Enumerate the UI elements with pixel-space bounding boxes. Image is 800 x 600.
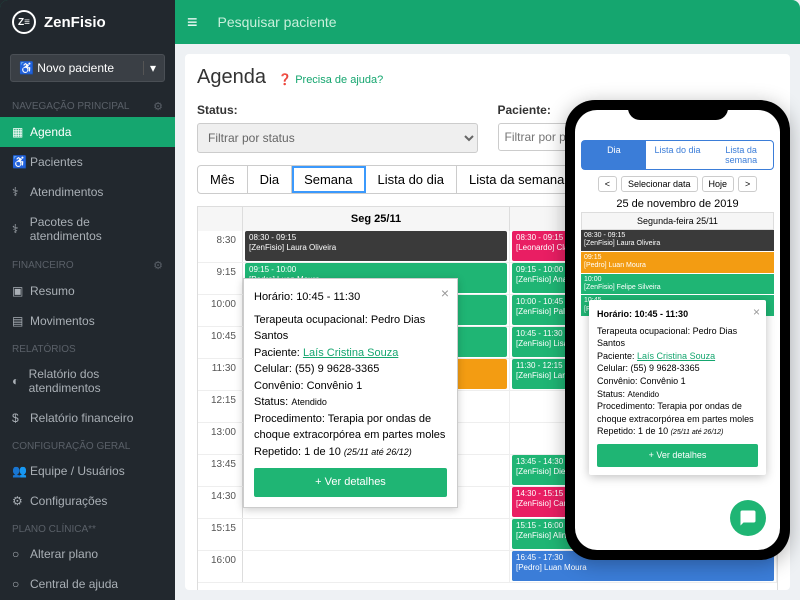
phone-tab-lista-dia[interactable]: Lista do dia — [646, 141, 710, 169]
view-tabs: Mês Dia Semana Lista do dia Lista da sem… — [197, 165, 577, 194]
search-input[interactable]: Pesquisar paciente — [210, 14, 800, 30]
phone-day-header: Segunda-feira 25/11 — [581, 212, 774, 230]
day-header-mon: Seg 25/11 — [243, 207, 510, 231]
nav-section-plano: PLANO CLÍNICA** — [0, 516, 175, 539]
sidebar-item-pacientes[interactable]: ♿Pacientes — [0, 147, 175, 177]
calendar-event[interactable]: 08:30 - 09:15[ZenFisio] Laura Oliveira — [245, 231, 507, 261]
wheelchair-icon: ♿ — [12, 155, 30, 169]
app-header: Z≡ ZenFisio ≡ Pesquisar paciente — [0, 0, 800, 44]
status-filter[interactable]: Filtrar por status — [197, 123, 478, 153]
sidebar-item-central[interactable]: ○Central de ajuda — [0, 569, 175, 599]
phone-mockup: Dia Lista do dia Lista da semana < Selec… — [565, 100, 790, 560]
phone-select-date[interactable]: Selecionar data — [621, 176, 698, 192]
gear-icon[interactable]: ⚙ — [153, 259, 163, 272]
users-icon: 👥 — [12, 464, 30, 478]
patient-link[interactable]: Laís Cristina Souza — [303, 347, 398, 359]
logo: Z≡ ZenFisio — [0, 0, 175, 44]
sidebar-item-movimentos[interactable]: ▤Movimentos — [0, 306, 175, 336]
circle-icon: ○ — [12, 547, 30, 561]
phone-today-button[interactable]: Hoje — [702, 176, 735, 192]
close-icon[interactable]: × — [753, 304, 760, 321]
tab-lista-semana[interactable]: Lista da semana — [457, 166, 576, 193]
logo-icon: Z≡ — [12, 10, 36, 34]
phone-view-tabs: Dia Lista do dia Lista da semana — [581, 140, 774, 170]
package-icon: ⚕ — [12, 222, 30, 236]
new-patient-label: Novo paciente — [37, 61, 114, 75]
sidebar-item-atendimentos[interactable]: ⚕Atendimentos — [0, 177, 175, 207]
gear-icon: ⚙ — [12, 494, 30, 508]
tab-lista-dia[interactable]: Lista do dia — [366, 166, 458, 193]
phone-next-button[interactable]: > — [738, 176, 757, 192]
appointment-popover: × Horário: 10:45 - 11:30 Terapeuta ocupa… — [243, 278, 458, 508]
phone-details-button[interactable]: + Ver detalhes — [597, 444, 758, 467]
menu-toggle-icon[interactable]: ≡ — [175, 12, 210, 33]
status-label: Status: — [197, 103, 238, 117]
phone-prev-button[interactable]: < — [598, 176, 617, 192]
paciente-label: Paciente: — [498, 103, 551, 117]
sidebar-item-alterar[interactable]: ○Alterar plano — [0, 539, 175, 569]
help-icon: ○ — [12, 577, 30, 591]
phone-date: 25 de novembro de 2019 — [575, 196, 780, 212]
money-icon: ▣ — [12, 284, 30, 298]
stethoscope-icon: ⚕ — [12, 185, 30, 199]
details-button[interactable]: + Ver detalhes — [254, 468, 447, 497]
sidebar-item-rel-fin[interactable]: $Relatório financeiro — [0, 403, 175, 433]
nav-section-config: CONFIGURAÇÃO GERAL — [0, 433, 175, 456]
calendar-icon: ▦ — [12, 125, 30, 139]
dollar-icon: $ — [12, 411, 30, 425]
sidebar: ♿ Novo paciente ▾ NAVEGAÇÃO PRINCIPAL⚙ ▦… — [0, 0, 175, 600]
nav-section-main: NAVEGAÇÃO PRINCIPAL⚙ — [0, 92, 175, 117]
sidebar-item-pacotes[interactable]: ⚕Pacotes de atendimentos — [0, 207, 175, 251]
new-patient-button[interactable]: ♿ Novo paciente ▾ — [10, 54, 165, 82]
brand-name: ZenFisio — [44, 14, 106, 31]
page-title: Agenda — [197, 66, 266, 89]
chart-icon: ◐ — [12, 374, 29, 388]
phone-patient-link[interactable]: Laís Cristina Souza — [637, 351, 715, 361]
chat-icon[interactable] — [730, 500, 766, 536]
phone-event[interactable]: 08:30 - 09:15[ZenFisio] Laura Oliveira — [581, 230, 774, 251]
gear-icon[interactable]: ⚙ — [153, 100, 163, 113]
tab-dia[interactable]: Dia — [248, 166, 293, 193]
sidebar-item-config[interactable]: ⚙Configurações — [0, 486, 175, 516]
phone-popover: × Horário: 10:45 - 11:30 Terapeuta ocupa… — [589, 300, 766, 475]
tab-mes[interactable]: Mês — [198, 166, 248, 193]
sidebar-item-equipe[interactable]: 👥Equipe / Usuários — [0, 456, 175, 486]
chevron-down-icon[interactable]: ▾ — [143, 61, 156, 75]
nav-section-financeiro: FINANCEIRO⚙ — [0, 251, 175, 276]
phone-tab-lista-semana[interactable]: Lista da semana — [709, 141, 773, 169]
sidebar-item-rel-atend[interactable]: ◐Relatório dos atendimentos — [0, 359, 175, 403]
sidebar-item-resumo[interactable]: ▣Resumo — [0, 276, 175, 306]
phone-event[interactable]: 10:00[ZenFisio] Felipe Silveira — [581, 274, 774, 295]
phone-tab-dia[interactable]: Dia — [582, 141, 646, 169]
close-icon[interactable]: × — [441, 283, 449, 304]
nav-section-relatorios: RELATÓRIOS — [0, 336, 175, 359]
sidebar-item-agenda[interactable]: ▦Agenda — [0, 117, 175, 147]
phone-event[interactable]: 09:15[Pedro] Luan Moura — [581, 252, 774, 273]
help-link[interactable]: ❓ Precisa de ajuda? — [278, 74, 383, 86]
document-icon: ▤ — [12, 314, 30, 328]
tab-semana[interactable]: Semana — [292, 166, 365, 193]
